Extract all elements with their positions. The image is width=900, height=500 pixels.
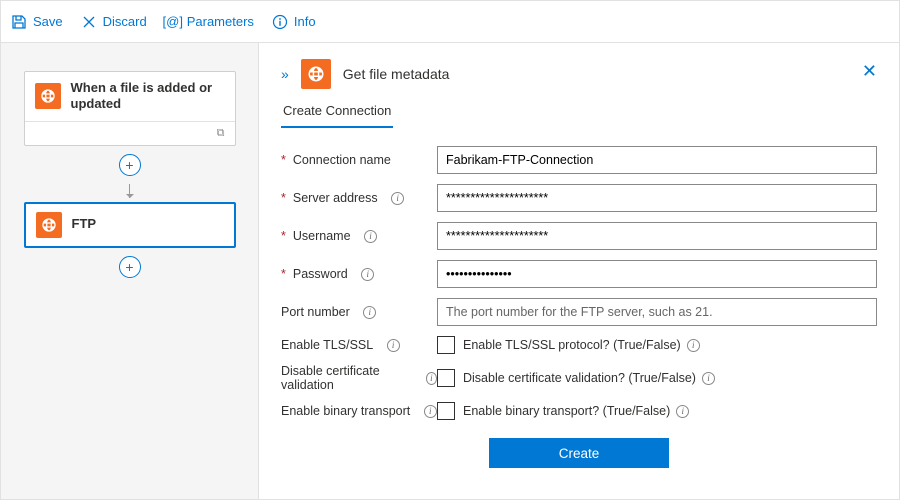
ftp-icon [35,83,61,109]
connection-name-input[interactable] [437,146,877,174]
parameters-icon: [@] [165,14,181,30]
collapse-icon[interactable]: » [281,66,289,82]
toolbar: Save Discard [@] Parameters Info [1,1,899,43]
parameters-label: Parameters [187,14,254,29]
label-username: Username [293,229,351,243]
info-icon[interactable]: i [363,306,376,319]
action-label: FTP [72,216,97,232]
ftp-icon [301,59,331,89]
info-icon[interactable]: i [424,405,437,418]
connector-arrow [129,184,130,198]
create-button[interactable]: Create [489,438,669,468]
link-icon: ⧉ [217,127,225,140]
add-step-button[interactable]: + [119,256,141,278]
info-icon[interactable]: i [687,339,700,352]
trigger-node[interactable]: When a file is added or updated ⧉ [24,71,236,146]
password-input[interactable] [437,260,877,288]
enable-binary-checkbox[interactable] [437,402,455,420]
info-icon[interactable]: i [426,372,437,385]
save-icon [11,14,27,30]
save-button[interactable]: Save [11,14,63,30]
disable-cert-text: Disable certificate validation? (True/Fa… [463,371,696,385]
connection-form: *Connection name *Server address i *User… [281,146,877,420]
action-node-ftp[interactable]: FTP [24,202,236,248]
server-address-input[interactable] [437,184,877,212]
discard-button[interactable]: Discard [81,14,147,30]
enable-tls-checkbox[interactable] [437,336,455,354]
username-input[interactable] [437,222,877,250]
disable-cert-checkbox[interactable] [437,369,455,387]
action-panel: ✕ » Get file metadata Create Connection … [259,43,899,499]
tab-create-connection[interactable]: Create Connection [281,103,393,128]
ftp-icon [36,212,62,238]
add-step-button[interactable]: + [119,154,141,176]
info-icon[interactable]: i [387,339,400,352]
label-disable-cert: Disable certificate validation [281,364,412,392]
info-icon[interactable]: i [364,230,377,243]
label-server-address: Server address [293,191,378,205]
discard-label: Discard [103,14,147,29]
label-enable-binary: Enable binary transport [281,404,410,418]
label-password: Password [293,267,348,281]
label-port-number: Port number [281,305,350,319]
panel-title: Get file metadata [343,66,450,82]
discard-icon [81,14,97,30]
info-icon[interactable]: i [702,372,715,385]
designer-canvas: When a file is added or updated ⧉ + FTP … [1,43,259,499]
info-button[interactable]: Info [272,14,316,30]
save-label: Save [33,14,63,29]
parameters-button[interactable]: [@] Parameters [165,14,254,30]
info-icon[interactable]: i [676,405,689,418]
label-enable-tls: Enable TLS/SSL [281,338,373,352]
info-icon[interactable]: i [361,268,374,281]
info-icon[interactable]: i [391,192,404,205]
label-connection-name: Connection name [293,153,391,167]
close-icon[interactable]: ✕ [862,61,877,82]
info-icon [272,14,288,30]
trigger-label: When a file is added or updated [71,80,225,113]
port-number-input[interactable] [437,298,877,326]
enable-binary-text: Enable binary transport? (True/False) [463,404,670,418]
info-label: Info [294,14,316,29]
node-footer: ⧉ [25,121,235,145]
enable-tls-text: Enable TLS/SSL protocol? (True/False) [463,338,681,352]
